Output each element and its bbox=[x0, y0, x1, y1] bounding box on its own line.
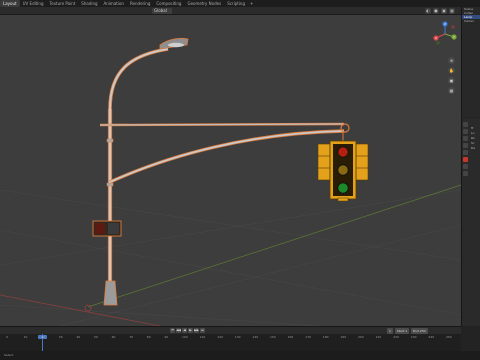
timeline-tick-label: 100 bbox=[182, 335, 188, 339]
prev-keyframe-icon[interactable]: ◀◀ bbox=[176, 328, 181, 333]
timeline-tick-label: 90 bbox=[164, 335, 169, 339]
workspace-tab-scripting[interactable]: Scripting bbox=[224, 0, 248, 7]
scene-canvas bbox=[0, 37, 461, 326]
jump-start-icon[interactable]: ⏮ bbox=[170, 328, 175, 333]
camera-icon[interactable]: ▣ bbox=[441, 8, 447, 14]
workspace-tab-layout[interactable]: Layout bbox=[0, 0, 20, 7]
timeline-tick-label: 250 bbox=[446, 335, 452, 339]
outliner-row[interactable]: Camer bbox=[462, 19, 480, 23]
object-props-icon[interactable] bbox=[463, 157, 468, 162]
zoom-icon[interactable]: ⊕ bbox=[448, 57, 455, 64]
timeline-tick-label: 110 bbox=[199, 335, 206, 339]
output-props-icon[interactable] bbox=[463, 136, 468, 141]
timeline-tick-label: 190 bbox=[340, 335, 347, 339]
properties-tabs bbox=[462, 122, 469, 176]
timeline-tick-label: 0 bbox=[6, 335, 8, 339]
play-icon[interactable]: ▶ bbox=[188, 328, 193, 333]
timeline-tick-label: 80 bbox=[146, 335, 151, 339]
timeline-tick-label: 20 bbox=[41, 335, 46, 339]
street-lamp-head[interactable] bbox=[159, 37, 189, 50]
timeline-tick-label: 230 bbox=[410, 335, 417, 339]
status-bar: Select bbox=[0, 351, 480, 360]
timeline-tick-label: 140 bbox=[252, 335, 259, 339]
red-lamp bbox=[337, 146, 349, 158]
header-icons: ◐ ● ▣ ▦ bbox=[425, 8, 455, 14]
workspace-tab-texture-paint[interactable]: Texture Paint bbox=[46, 0, 78, 7]
pan-hand-icon[interactable]: ✋ bbox=[448, 67, 455, 74]
material-props-icon[interactable] bbox=[463, 171, 468, 176]
timeline-tick-label: 10 bbox=[23, 335, 28, 339]
workspace-tabs-bar: Layout UV Editing Texture Paint Shading Anim… bbox=[0, 0, 480, 7]
transform-orientation-dropdown[interactable]: Global bbox=[152, 8, 172, 14]
x-axis-line bbox=[0, 294, 161, 326]
3d-cursor[interactable] bbox=[84, 304, 92, 312]
gizmo-z-label: Z bbox=[444, 22, 446, 26]
navigation-gizmo[interactable]: Z X Y bbox=[432, 21, 458, 47]
workspace-tab-compositing[interactable]: Compositing bbox=[153, 0, 184, 7]
overlay-icon[interactable]: ◐ bbox=[425, 8, 431, 14]
grid-view-icon[interactable]: ▦ bbox=[448, 87, 455, 94]
workspace-tab-geometry-nodes[interactable]: Geometry Nodes bbox=[184, 0, 224, 7]
timeline-tick-label: 160 bbox=[287, 335, 294, 339]
viewport-nav-tools: ⊕ ✋ ▣ ▦ bbox=[448, 57, 455, 94]
timeline[interactable]: 1 0 10 20 30 40 50 60 70 80 90 100 110 120 130 140 150 1… bbox=[0, 334, 461, 351]
jump-end-icon[interactable]: ⏭ bbox=[200, 328, 205, 333]
outliner-panel: Scene Collec Lamp Camer bbox=[461, 7, 480, 117]
workspace-tab-rendering[interactable]: Rendering bbox=[127, 0, 153, 7]
playback-controls: ⏮ ◀◀ ◀ ▶ ▶▶ ⏭ bbox=[170, 328, 205, 333]
floor-grid bbox=[0, 189, 461, 326]
traffic-light-pole[interactable] bbox=[99, 47, 350, 306]
workspace-tab-uv-editing[interactable]: UV Editing bbox=[20, 0, 47, 7]
timeline-tick-label: 40 bbox=[76, 335, 81, 339]
object-properties-list: Tr Lo Ro Sc De bbox=[471, 126, 475, 151]
tool-props-icon[interactable] bbox=[463, 122, 468, 127]
camera-view-icon[interactable]: ▣ bbox=[448, 77, 455, 84]
status-text: Select bbox=[4, 353, 14, 357]
add-workspace-button[interactable]: + bbox=[248, 0, 255, 7]
shading-icon[interactable]: ● bbox=[433, 8, 439, 14]
property-row-label: De bbox=[471, 146, 476, 150]
workspace-tab-shading[interactable]: Shading bbox=[78, 0, 100, 7]
world-props-icon[interactable] bbox=[463, 150, 468, 155]
transform-orientation-label: Global bbox=[154, 8, 167, 13]
timeline-tick-label: 150 bbox=[270, 335, 276, 339]
viewport-header: Global ◐ ● ▣ ▦ bbox=[0, 7, 461, 15]
traffic-signal-head[interactable] bbox=[317, 132, 369, 202]
scene-props-icon[interactable] bbox=[463, 143, 468, 148]
timeline-header: ⏮ ◀◀ ◀ ▶ ▶▶ ⏭ 1 Start 1 End 250 bbox=[0, 326, 461, 334]
timeline-tick-label: 200 bbox=[358, 335, 364, 339]
timeline-tick-label: 50 bbox=[94, 335, 98, 339]
render-props-icon[interactable] bbox=[463, 129, 468, 134]
gizmo-y-label: Y bbox=[453, 35, 455, 39]
timeline-tick-label: 180 bbox=[322, 335, 329, 339]
timeline-tick-label: 240 bbox=[428, 335, 435, 339]
timeline-tick-label: 210 bbox=[375, 335, 382, 339]
modifier-props-icon[interactable] bbox=[463, 164, 468, 169]
workspace-tab-animation[interactable]: Animation bbox=[101, 0, 127, 7]
y-axis-line bbox=[87, 184, 461, 308]
gizmo-x-label: X bbox=[435, 36, 437, 40]
green-lamp bbox=[337, 182, 349, 194]
timeline-tick-label: 30 bbox=[58, 335, 63, 339]
timeline-tick-label: 220 bbox=[393, 335, 399, 339]
play-reverse-icon[interactable]: ◀ bbox=[182, 328, 187, 333]
pedestrian-signal[interactable] bbox=[92, 220, 122, 237]
timeline-tick-label: 70 bbox=[129, 335, 134, 339]
timeline-tick-label: 170 bbox=[305, 335, 311, 339]
properties-panel: Tr Lo Ro Sc De bbox=[461, 118, 480, 326]
next-keyframe-icon[interactable]: ▶▶ bbox=[194, 328, 199, 333]
yellow-lamp bbox=[337, 164, 349, 176]
grid-icon[interactable]: ▦ bbox=[449, 8, 455, 14]
timeline-tick-label: 130 bbox=[234, 335, 241, 339]
timeline-tick-label: 60 bbox=[111, 335, 116, 339]
3d-viewport[interactable]: Z X Y ⊕ ✋ ▣ ▦ bbox=[0, 15, 461, 326]
timeline-tick-label: 120 bbox=[217, 335, 223, 339]
